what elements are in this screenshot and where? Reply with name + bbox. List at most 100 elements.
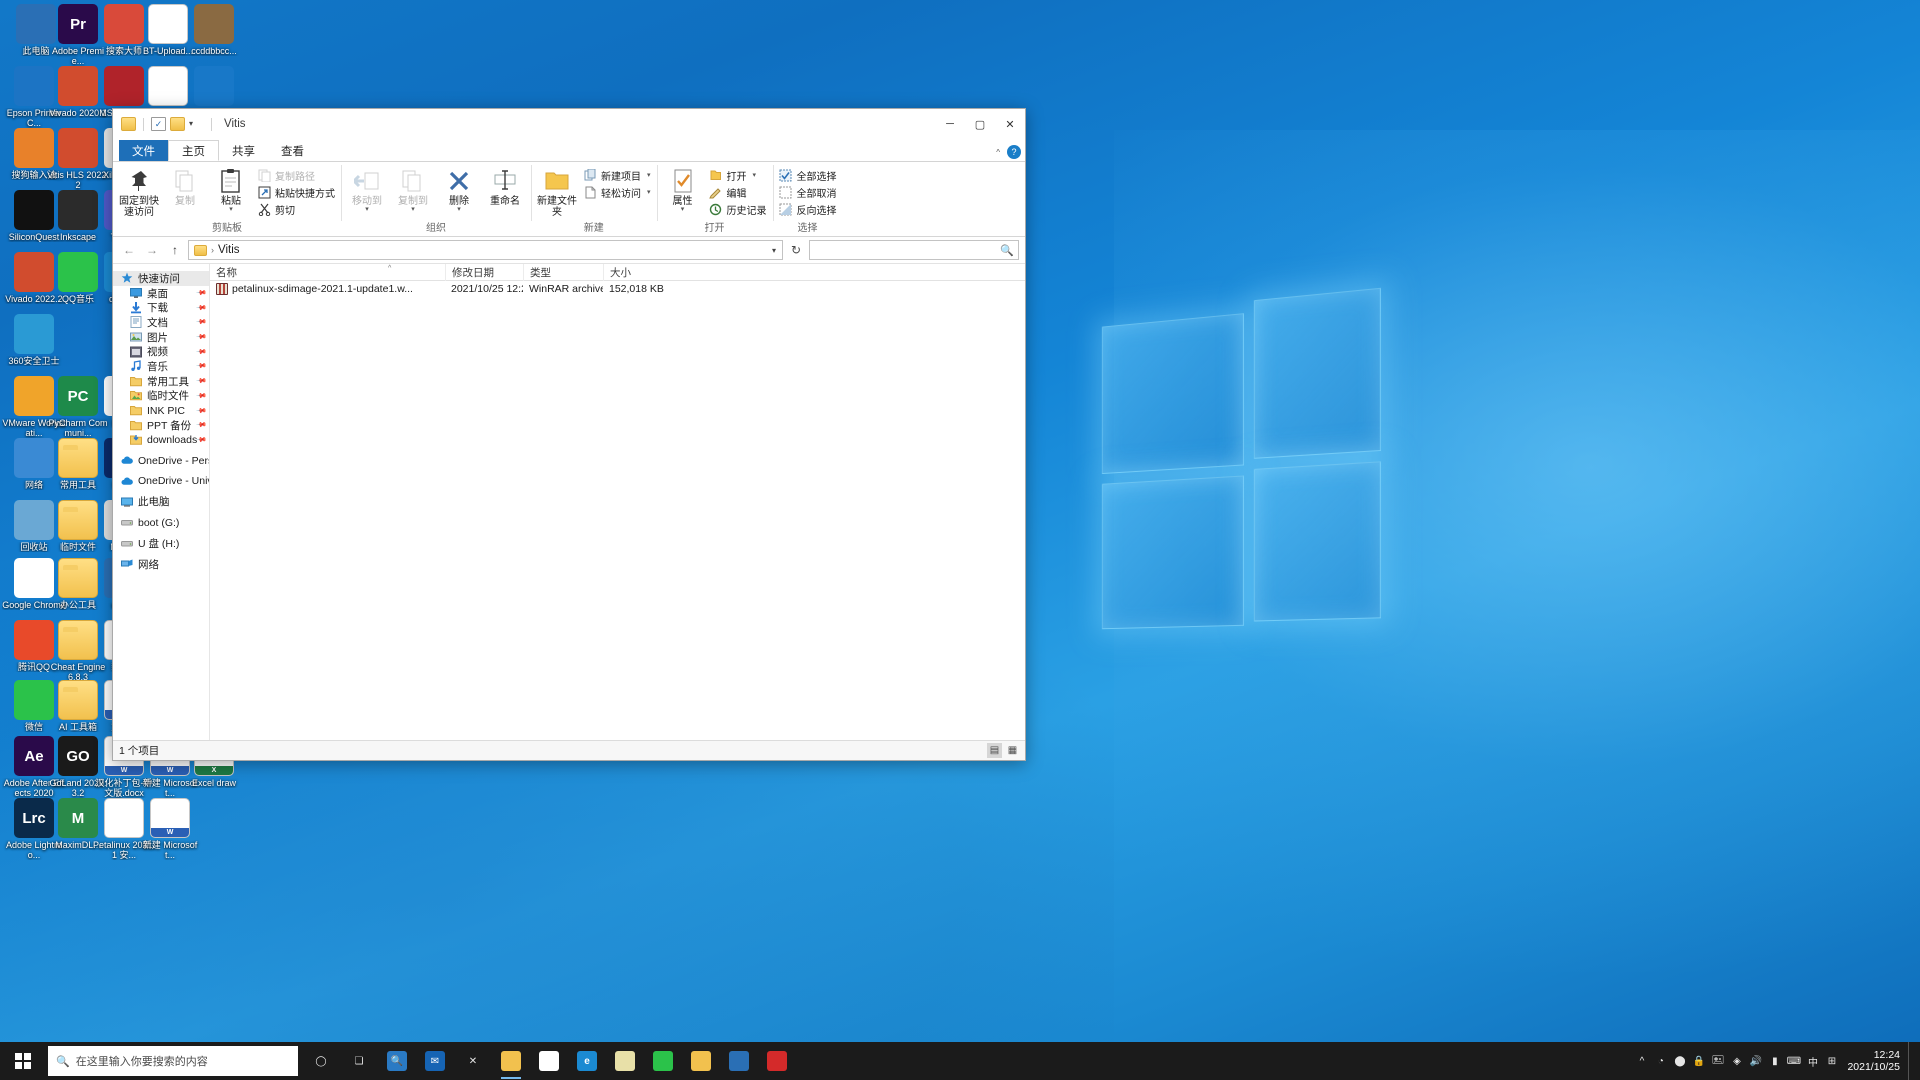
ribbon-small-button-new-item[interactable]: 新建项目 ▾ (580, 167, 654, 183)
taskbar-item-mail[interactable]: ✉ (416, 1042, 454, 1080)
forward-button[interactable]: → (142, 240, 162, 260)
tab-file[interactable]: 文件 (119, 140, 168, 161)
ribbon-button-paste[interactable]: 粘贴 ▾ (208, 164, 254, 213)
table-row[interactable]: petalinux-sdimage-2021.1-update1.w... 202… (210, 281, 1025, 297)
tray-icon-10[interactable]: ⊞ (1822, 1042, 1841, 1080)
column-header-0[interactable]: 名称 (210, 264, 445, 281)
dropdown-caret-icon[interactable]: ▾ (365, 206, 369, 213)
column-header-2[interactable]: 类型 (523, 263, 603, 281)
dropdown-caret-icon[interactable]: ▾ (647, 188, 651, 196)
taskbar-item-wechat[interactable] (644, 1042, 682, 1080)
pin-icon[interactable]: 📌 (196, 434, 208, 446)
refresh-button[interactable]: ↻ (786, 240, 806, 260)
taskbar-search-input[interactable]: 🔍 在这里输入你要搜索的内容 (48, 1046, 298, 1076)
ribbon-button-pin[interactable]: 固定到快速访问 (116, 164, 162, 218)
taskbar-item-search-tool[interactable]: 🔍 (378, 1042, 416, 1080)
ribbon-small-button-select-none[interactable]: 全部取消 (776, 184, 840, 200)
ribbon-small-button-open[interactable]: 打开 ▾ (706, 167, 770, 183)
nav-item-pictures-4[interactable]: 图片 📌 (113, 330, 209, 345)
qat-new-folder-icon[interactable] (170, 117, 185, 131)
nav-group-drive-3[interactable]: boot (G:) (113, 515, 209, 530)
tray-icon-0[interactable]: ^ (1632, 1042, 1651, 1080)
pin-icon[interactable]: 📌 (196, 302, 208, 314)
taskbar-item-folder2[interactable] (682, 1042, 720, 1080)
dropdown-caret-icon[interactable]: ▾ (681, 206, 685, 213)
large-icons-view-button[interactable]: ▦ (1005, 743, 1020, 758)
tray-icon-1[interactable]: ◔ (1651, 1042, 1670, 1080)
tray-icon-9[interactable]: 中 (1803, 1042, 1822, 1080)
taskbar-item-notepad[interactable] (606, 1042, 644, 1080)
ribbon-button-delete-x[interactable]: 删除 ▾ (436, 164, 482, 213)
ribbon-small-button-select-all[interactable]: 全部选择 (776, 167, 840, 183)
tab-ribbon-3[interactable]: 查看 (268, 140, 317, 161)
ribbon-small-button-edit[interactable]: 编辑 (706, 184, 770, 200)
nav-item-star-0[interactable]: 快速访问 (113, 271, 209, 286)
minimize-button[interactable]: ─ (935, 109, 965, 139)
nav-item-folder-9[interactable]: INK PIC 📌 (113, 403, 209, 418)
maximize-button[interactable]: ▢ (965, 109, 995, 139)
pin-icon[interactable]: 📌 (196, 375, 208, 387)
search-input[interactable]: 🔍 (809, 240, 1019, 260)
tab-ribbon-1[interactable]: 主页 (168, 140, 219, 161)
pin-icon[interactable]: 📌 (196, 419, 208, 431)
nav-item-desktop-1[interactable]: 桌面 📌 (113, 286, 209, 301)
nav-group-network-5[interactable]: 网络 (113, 557, 209, 572)
dropdown-caret-icon[interactable]: ▾ (229, 206, 233, 213)
help-icon[interactable]: ? (1007, 145, 1021, 159)
nav-item-videos-5[interactable]: 视频 📌 (113, 344, 209, 359)
tray-icon-8[interactable]: ⌨ (1784, 1042, 1803, 1080)
pin-icon[interactable]: 📌 (196, 317, 208, 328)
nav-group-onedrive-0[interactable]: OneDrive - Person... (113, 453, 209, 468)
taskbar-clock[interactable]: 12:24 2021/10/25 (1841, 1049, 1908, 1073)
column-header-1[interactable]: 修改日期 (445, 263, 523, 281)
taskbar-item-task-view[interactable]: ❏ (340, 1042, 378, 1080)
pin-icon[interactable]: 📌 (196, 405, 208, 416)
taskbar-item-record[interactable] (758, 1042, 796, 1080)
desktop-icon[interactable]: 360安全卫士 (2, 314, 66, 366)
up-button[interactable]: ↑ (165, 240, 185, 260)
address-breadcrumb-bar[interactable]: › Vitis ▾ (188, 240, 783, 260)
close-button[interactable]: ✕ (995, 109, 1025, 139)
column-header-3[interactable]: 大小 (603, 263, 673, 281)
taskbar-item-vscode[interactable]: ✕ (454, 1042, 492, 1080)
nav-item-documents-3[interactable]: 文档 📌 (113, 315, 209, 330)
dropdown-caret-icon[interactable]: ▾ (753, 171, 757, 179)
nav-group-pc-2[interactable]: 此电脑 (113, 495, 209, 510)
taskbar-item-cortana[interactable]: ◯ (302, 1042, 340, 1080)
nav-group-onedrive-1[interactable]: OneDrive - Univers (113, 474, 209, 489)
ribbon-collapse-caret-icon[interactable]: ^ (996, 148, 1000, 157)
start-button[interactable] (0, 1042, 46, 1080)
tab-ribbon-2[interactable]: 共享 (219, 140, 268, 161)
ribbon-small-button-cut[interactable]: 剪切 (254, 201, 338, 217)
ribbon-button-new-folder[interactable]: 新建文件夹 (534, 164, 580, 218)
nav-item-folder-10[interactable]: PPT 备份 📌 (113, 418, 209, 433)
desktop-icon[interactable]: ccddbbcc... (182, 4, 246, 56)
tray-icon-4[interactable]: 🖭 (1708, 1042, 1727, 1080)
qat-folder-icon[interactable] (121, 117, 136, 131)
taskbar-item-edge[interactable]: e (568, 1042, 606, 1080)
ribbon-small-button-paste-shortcut[interactable]: 粘贴快捷方式 (254, 184, 338, 200)
address-dropdown-caret-icon[interactable]: ▾ (772, 246, 780, 255)
dropdown-caret-icon[interactable]: ▾ (411, 206, 415, 213)
nav-item-folder-pic-8[interactable]: 临时文件 📌 (113, 389, 209, 404)
ribbon-small-button-invert-selection[interactable]: 反向选择 (776, 201, 840, 217)
dropdown-caret-icon[interactable]: ▾ (457, 206, 461, 213)
nav-group-drive-4[interactable]: U 盘 (H:) (113, 536, 209, 551)
ribbon-button-properties[interactable]: 属性 ▾ (660, 164, 706, 213)
nav-item-music-6[interactable]: 音乐 📌 (113, 359, 209, 374)
qat-customize-caret-icon[interactable]: ▾ (189, 117, 204, 131)
ribbon-small-button-easy-access[interactable]: 轻松访问 ▾ (580, 184, 654, 200)
tray-icon-3[interactable]: 🔒 (1689, 1042, 1708, 1080)
show-desktop-button[interactable] (1908, 1042, 1914, 1080)
pin-icon[interactable]: 📌 (196, 390, 208, 402)
tray-icon-6[interactable]: 🔊 (1746, 1042, 1765, 1080)
pin-icon[interactable]: 📌 (196, 361, 208, 372)
tray-icon-7[interactable]: ▮ (1765, 1042, 1784, 1080)
nav-item-download-2[interactable]: 下载 📌 (113, 300, 209, 315)
desktop-icon[interactable]: W 新建 Microsoft... (138, 798, 202, 860)
taskbar-item-terminal[interactable] (720, 1042, 758, 1080)
nav-item-download-folder-11[interactable]: downloads 📌 (113, 433, 209, 448)
ribbon-small-button-history[interactable]: 历史记录 (706, 201, 770, 217)
taskbar-item-chrome[interactable] (530, 1042, 568, 1080)
tray-icon-2[interactable]: ⬤ (1670, 1042, 1689, 1080)
